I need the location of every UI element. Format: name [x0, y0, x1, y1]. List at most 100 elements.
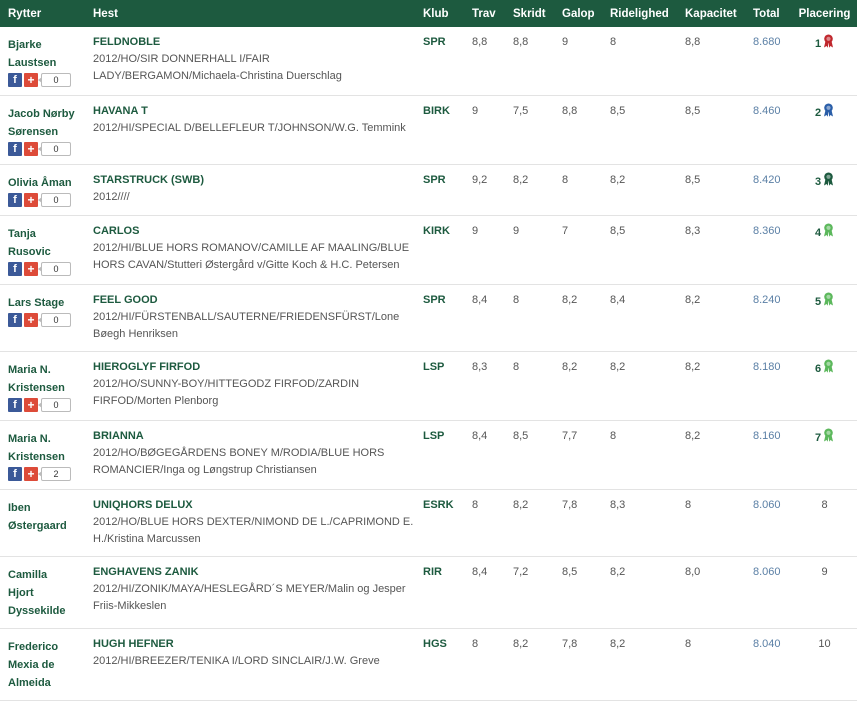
placering-number: 6 — [814, 362, 822, 375]
col-header-kapacitet[interactable]: Kapacitet — [677, 0, 745, 27]
share-count: 0 — [38, 262, 71, 276]
col-header-placering[interactable]: Placering — [792, 0, 857, 27]
col-header-ridelighed[interactable]: Ridelighed — [602, 0, 677, 27]
horse-name[interactable]: STARSTRUCK (SWB) — [93, 172, 415, 189]
col-header-hest[interactable]: Hest — [85, 0, 415, 27]
rider-name[interactable]: Almeida — [8, 674, 85, 692]
google-plus-share-icon[interactable]: + — [24, 398, 38, 412]
score-skridt: 9 — [505, 215, 554, 285]
horse-name[interactable]: FEEL GOOD — [93, 292, 415, 309]
horse-name[interactable]: HUGH HEFNER — [93, 636, 415, 653]
google-plus-share-icon[interactable]: + — [24, 262, 38, 276]
horse-cell: FEEL GOOD 2012/HI/FÜRSTENBALL/SAUTERNE/FR… — [85, 284, 415, 352]
horse-name[interactable]: HIEROGLYF FIRFOD — [93, 359, 415, 376]
score-trav: 8,4 — [464, 556, 505, 629]
rider-name[interactable]: Iben — [8, 499, 85, 517]
rider-name[interactable]: Rusovic — [8, 243, 85, 261]
score-skridt: 8,2 — [505, 489, 554, 557]
rider-name[interactable]: Jacob Nørby — [8, 105, 85, 123]
facebook-share-icon[interactable]: f — [8, 142, 22, 156]
table-row: Iben Østergaard UNIQHORS DELUX 2012/HO/BLUE… — [0, 489, 857, 557]
rider-name[interactable]: Mexia de — [8, 656, 85, 674]
col-header-skridt[interactable]: Skridt — [505, 0, 554, 27]
google-plus-share-icon[interactable]: + — [24, 313, 38, 327]
facebook-share-icon[interactable]: f — [8, 193, 22, 207]
total-score: 8.680 — [745, 27, 792, 96]
rider-cell: Lars Stage f +0 — [0, 284, 85, 352]
col-header-total[interactable]: Total — [745, 0, 792, 27]
table-row: Maria N. Kristensen f +0 HIEROGLYF FIRFOD 201… — [0, 351, 857, 421]
score-galop: 8,5 — [554, 556, 602, 629]
klub-cell[interactable]: SPR — [415, 27, 464, 96]
score-trav: 8,4 — [464, 284, 505, 352]
horse-name[interactable]: ENGHAVENS ZANIK — [93, 564, 415, 581]
klub-cell[interactable]: LSP — [415, 420, 464, 490]
rider-name[interactable]: Sørensen — [8, 123, 85, 141]
score-ridelighed: 8,2 — [602, 351, 677, 421]
rider-name[interactable]: Tanja — [8, 225, 85, 243]
facebook-share-icon[interactable]: f — [8, 313, 22, 327]
score-skridt: 8 — [505, 351, 554, 421]
facebook-share-icon[interactable]: f — [8, 398, 22, 412]
score-skridt: 8,2 — [505, 628, 554, 701]
klub-cell[interactable]: SPR — [415, 164, 464, 216]
score-kapacitet: 8 — [677, 628, 745, 701]
rider-name[interactable]: Camilla — [8, 566, 85, 584]
horse-name[interactable]: HAVANA T — [93, 103, 415, 120]
klub-cell[interactable]: HGS — [415, 628, 464, 701]
rider-name[interactable]: Frederico — [8, 638, 85, 656]
horse-pedigree: 2012/HI/SPECIAL D/BELLEFLEUR T/JOHNSON/W… — [93, 122, 406, 134]
share-buttons: f +0 — [8, 398, 85, 412]
horse-name[interactable]: FELDNOBLE — [93, 34, 415, 51]
horse-cell: STARSTRUCK (SWB) 2012//// — [85, 164, 415, 216]
facebook-share-icon[interactable]: f — [8, 467, 22, 481]
total-score: 8.180 — [745, 351, 792, 421]
facebook-share-icon[interactable]: f — [8, 73, 22, 87]
placering-number: 4 — [814, 226, 822, 239]
facebook-share-icon[interactable]: f — [8, 262, 22, 276]
horse-name[interactable]: UNIQHORS DELUX — [93, 497, 415, 514]
rider-name[interactable]: Laustsen — [8, 54, 85, 72]
col-header-klub[interactable]: Klub — [415, 0, 464, 27]
placering-cell: 7 — [792, 420, 857, 490]
score-kapacitet: 8,5 — [677, 95, 745, 165]
google-plus-share-icon[interactable]: + — [24, 193, 38, 207]
placering-cell: 5 — [792, 284, 857, 352]
horse-pedigree: 2012//// — [93, 191, 130, 203]
google-plus-share-icon[interactable]: + — [24, 467, 38, 481]
table-row: Tanja Rusovic f +0 CARLOS 2012/HI/BLUE HORS R… — [0, 215, 857, 285]
horse-name[interactable]: BRIANNA — [93, 428, 415, 445]
klub-cell[interactable]: KIRK — [415, 215, 464, 285]
rider-name[interactable]: Lars Stage — [8, 294, 85, 312]
klub-cell[interactable]: BIRK — [415, 95, 464, 165]
placering-cell: 10 — [792, 628, 857, 701]
klub-cell[interactable]: RIR — [415, 556, 464, 629]
horse-name[interactable]: CARLOS — [93, 223, 415, 240]
klub-cell[interactable]: LSP — [415, 351, 464, 421]
rider-name[interactable]: Dyssekilde — [8, 602, 85, 620]
horse-pedigree: 2012/HO/BLUE HORS DEXTER/NIMOND DE L./CA… — [93, 516, 414, 545]
col-header-rytter[interactable]: Rytter — [0, 0, 85, 27]
rider-name[interactable]: Bjarke — [8, 36, 85, 54]
google-plus-share-icon[interactable]: + — [24, 142, 38, 156]
rider-name[interactable]: Kristensen — [8, 379, 85, 397]
rider-name[interactable]: Maria N. — [8, 430, 85, 448]
klub-cell[interactable]: SPR — [415, 284, 464, 352]
placering-number: 10 — [818, 638, 831, 650]
rider-name[interactable]: Hjort — [8, 584, 85, 602]
rider-name[interactable]: Olivia Åman — [8, 174, 85, 192]
rider-name[interactable]: Kristensen — [8, 448, 85, 466]
klub-cell[interactable]: ESRK — [415, 489, 464, 557]
rider-name[interactable]: Maria N. — [8, 361, 85, 379]
horse-cell: UNIQHORS DELUX 2012/HO/BLUE HORS DEXTER/N… — [85, 489, 415, 557]
col-header-trav[interactable]: Trav — [464, 0, 505, 27]
score-skridt: 8,5 — [505, 420, 554, 490]
col-header-galop[interactable]: Galop — [554, 0, 602, 27]
rider-cell: Camilla Hjort Dyssekilde — [0, 556, 85, 629]
rosette-icon — [823, 223, 834, 243]
rider-name[interactable]: Østergaard — [8, 517, 85, 535]
google-plus-share-icon[interactable]: + — [24, 73, 38, 87]
score-trav: 8 — [464, 628, 505, 701]
rosette-icon — [823, 359, 834, 379]
score-ridelighed: 8,2 — [602, 164, 677, 216]
